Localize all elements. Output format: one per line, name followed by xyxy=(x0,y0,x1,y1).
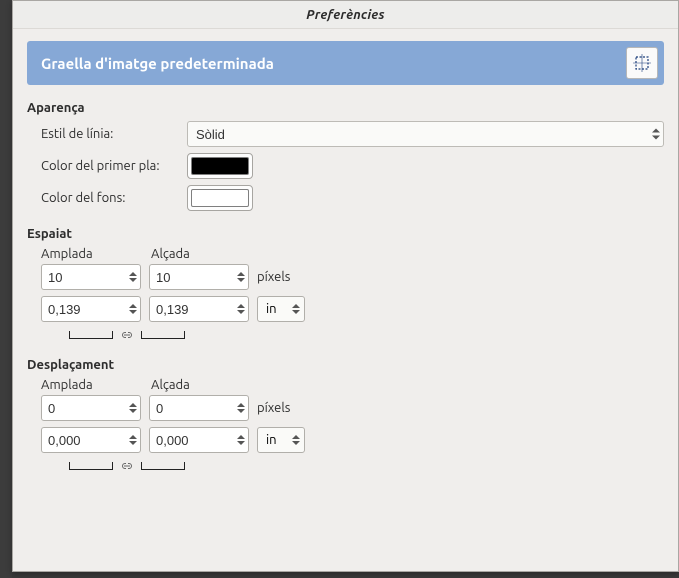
offset-width-unit-input[interactable] xyxy=(41,427,141,453)
spacing-width-unit-input[interactable] xyxy=(41,296,141,322)
bg-color-label: Color del fons: xyxy=(41,191,177,205)
spacing-heading: Espaiat xyxy=(27,227,664,241)
section-title: Graella d'imatge predeterminada xyxy=(41,55,274,72)
spacing-unit-value: in xyxy=(266,302,277,316)
offset-width-unit-spin[interactable] xyxy=(41,427,141,453)
offset-height-unit-input[interactable] xyxy=(149,427,249,453)
section-header: Graella d'imatge predeterminada xyxy=(27,41,664,85)
fg-color-row: Color del primer pla: xyxy=(41,153,664,179)
offset-height-label: Alçada xyxy=(151,378,251,392)
offset-height-px-spin[interactable] xyxy=(149,395,249,421)
spacing-width-label: Amplada xyxy=(41,247,141,261)
offset-unit-combo[interactable]: in xyxy=(257,427,305,453)
spacing-height-label: Alçada xyxy=(151,247,251,261)
appearance-heading: Aparença xyxy=(27,101,664,115)
fg-color-button[interactable] xyxy=(187,153,253,179)
spacing-height-unit-input[interactable] xyxy=(149,296,249,322)
spacing-pixels-label: píxels xyxy=(257,270,290,284)
bg-color-button[interactable] xyxy=(187,185,253,211)
bg-color-swatch xyxy=(191,189,249,207)
offset-height-px-input[interactable] xyxy=(149,395,249,421)
line-style-row: Estil de línia: Sòlid xyxy=(41,121,664,147)
fg-color-swatch xyxy=(191,157,249,175)
bg-color-row: Color del fons: xyxy=(41,185,664,211)
fg-color-label: Color del primer pla: xyxy=(41,159,177,173)
line-style-label: Estil de línia: xyxy=(41,127,177,141)
spacing-height-unit-spin[interactable] xyxy=(149,296,249,322)
line-style-combo[interactable]: Sòlid xyxy=(187,121,664,147)
spacing-height-px-input[interactable] xyxy=(149,264,249,290)
offset-width-px-input[interactable] xyxy=(41,395,141,421)
spacing-link-indicator xyxy=(69,328,664,342)
preferences-window: Preferències Graella d'imatge predetermi… xyxy=(12,0,679,572)
offset-pixels-label: píxels xyxy=(257,401,290,415)
grid-icon xyxy=(626,47,658,79)
spacing-height-px-spin[interactable] xyxy=(149,264,249,290)
offset-height-unit-spin[interactable] xyxy=(149,427,249,453)
offset-block: Amplada Alçada píxels xyxy=(41,378,664,473)
chain-icon[interactable] xyxy=(117,459,137,473)
content-area: Graella d'imatge predeterminada Aparença… xyxy=(13,29,678,487)
spacing-width-unit-spin[interactable] xyxy=(41,296,141,322)
offset-width-px-spin[interactable] xyxy=(41,395,141,421)
line-style-select[interactable]: Sòlid xyxy=(187,121,664,147)
spacing-width-px-input[interactable] xyxy=(41,264,141,290)
chain-icon[interactable] xyxy=(117,328,137,342)
offset-width-label: Amplada xyxy=(41,378,141,392)
window-title: Preferències xyxy=(13,1,678,29)
spacing-unit-combo[interactable]: in xyxy=(257,296,305,322)
offset-unit-value: in xyxy=(266,433,277,447)
offset-link-indicator xyxy=(69,459,664,473)
panel-shadow xyxy=(0,0,12,578)
spacing-block: Amplada Alçada píxels xyxy=(41,247,664,342)
spacing-width-px-spin[interactable] xyxy=(41,264,141,290)
offset-heading: Desplaçament xyxy=(27,358,664,372)
